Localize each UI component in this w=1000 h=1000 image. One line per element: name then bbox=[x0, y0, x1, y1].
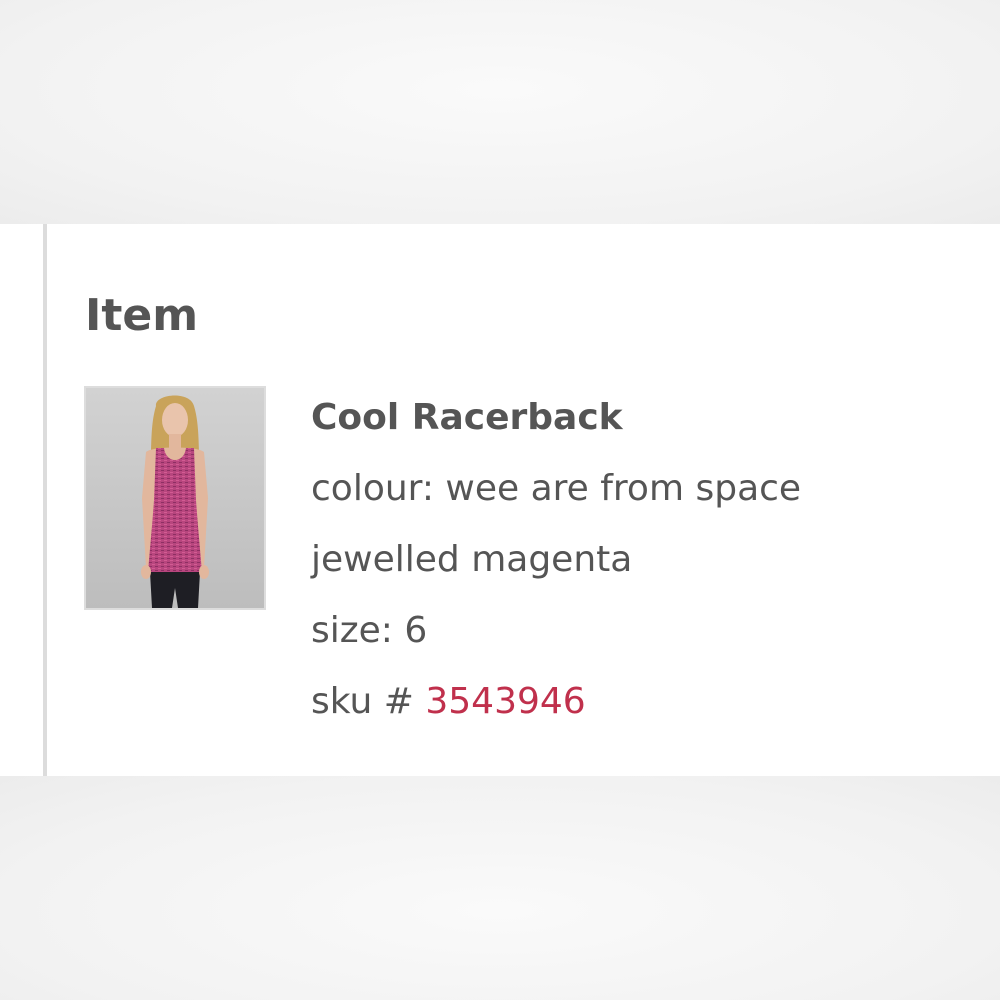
sku-number: 3543946 bbox=[425, 681, 586, 722]
size-text: size: 6 bbox=[311, 610, 428, 651]
item-details: Cool Racerback colour: wee are from spac… bbox=[311, 396, 971, 751]
sku-line: sku # 3543946 bbox=[311, 680, 971, 724]
colour-text-continued: jewelled magenta bbox=[311, 539, 633, 580]
bottom-background bbox=[0, 776, 1000, 1000]
left-divider bbox=[43, 224, 47, 776]
section-title: Item bbox=[85, 290, 199, 341]
sku-label: sku # bbox=[311, 681, 414, 722]
colour-text: colour: wee are from space bbox=[311, 468, 802, 509]
item-panel: Item Cool Racerback colour: wee are from… bbox=[0, 224, 1000, 776]
top-background bbox=[0, 0, 1000, 224]
product-photo-icon bbox=[86, 388, 264, 608]
product-name[interactable]: Cool Racerback bbox=[311, 396, 971, 440]
product-thumbnail[interactable] bbox=[84, 386, 266, 610]
